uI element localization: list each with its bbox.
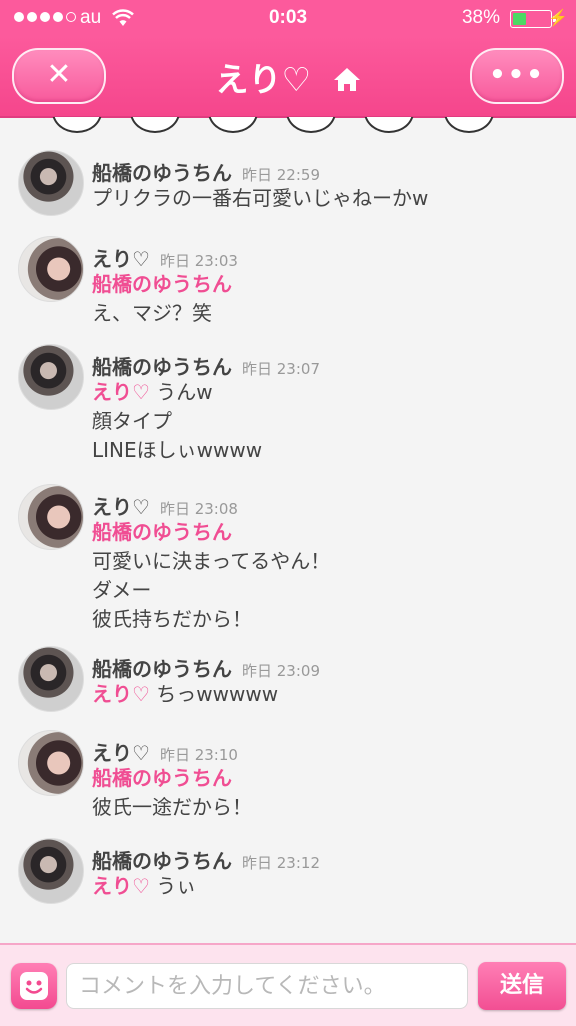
avatar[interactable] — [18, 646, 84, 712]
message-text: プリクラの一番右可愛いじゃねーかw — [92, 186, 429, 210]
send-button[interactable]: 送信 — [478, 962, 566, 1010]
message-text: 彼氏一途だから！ — [92, 795, 252, 819]
author-name: 船橋のゆうちん — [92, 849, 232, 873]
sticker-icon — [444, 117, 494, 133]
battery-fill — [513, 13, 526, 25]
sticker-icon — [364, 117, 414, 133]
comment-composer: 送信 — [0, 943, 576, 1026]
mention[interactable]: えり♡ — [92, 682, 150, 706]
sticker-icon — [208, 117, 258, 133]
author-name: えり♡ — [92, 247, 150, 271]
message-text: 可愛いに決まってるやん！ ダメー 彼氏持ちだから！ — [92, 549, 331, 631]
mention[interactable]: 船橋のゆうちん — [92, 766, 232, 790]
sticker-icon — [52, 117, 102, 133]
sticker-icon — [286, 117, 336, 133]
author-name: 船橋のゆうちん — [92, 657, 232, 681]
more-options-button[interactable]: ••• — [470, 48, 564, 104]
message-time: 昨日 23:07 — [242, 360, 320, 378]
avatar[interactable] — [18, 484, 84, 550]
message-text: え、マジ？笑 — [92, 301, 212, 325]
home-icon[interactable] — [333, 66, 361, 92]
status-bar: au 0:03 38% ⚡ — [0, 0, 576, 36]
message-time: 昨日 23:09 — [242, 662, 320, 680]
avatar[interactable] — [18, 236, 84, 302]
chat-title-text: えり♡ — [215, 60, 312, 99]
battery-icon — [510, 10, 556, 28]
battery-percentage: 38% — [461, 7, 500, 28]
chat-header: ✕ えり♡ ••• — [0, 36, 576, 118]
mention[interactable]: 船橋のゆうちん — [92, 520, 232, 544]
author-name: 船橋のゆうちん — [92, 161, 232, 185]
avatar[interactable] — [18, 730, 84, 796]
mention[interactable]: えり♡ — [92, 380, 150, 404]
avatar[interactable] — [18, 150, 84, 216]
emoji-button[interactable] — [11, 963, 57, 1009]
message-time: 昨日 23:03 — [159, 252, 238, 270]
author-name: えり♡ — [92, 741, 150, 765]
sticker-icon — [130, 117, 180, 133]
mention[interactable]: えり♡ — [92, 874, 150, 898]
message-text: ちっwwwww — [149, 682, 279, 706]
author-name: 船橋のゆうちん — [92, 355, 232, 379]
avatar[interactable] — [18, 838, 84, 904]
mention[interactable]: 船橋のゆうちん — [92, 272, 232, 296]
avatar[interactable] — [18, 344, 84, 410]
message-time: 昨日 23:08 — [159, 500, 238, 518]
message-time: 昨日 23:10 — [159, 746, 238, 764]
author-name: えり♡ — [92, 495, 150, 519]
charging-bolt-icon: ⚡ — [548, 10, 568, 27]
message-time: 昨日 23:12 — [242, 854, 320, 872]
smiley-icon — [20, 972, 48, 1000]
message-text: うぃ — [149, 874, 197, 898]
sticker-strip — [0, 117, 576, 133]
message-time: 昨日 22:59 — [242, 166, 320, 184]
more-icon: ••• — [489, 60, 545, 90]
comment-input[interactable] — [66, 963, 468, 1009]
